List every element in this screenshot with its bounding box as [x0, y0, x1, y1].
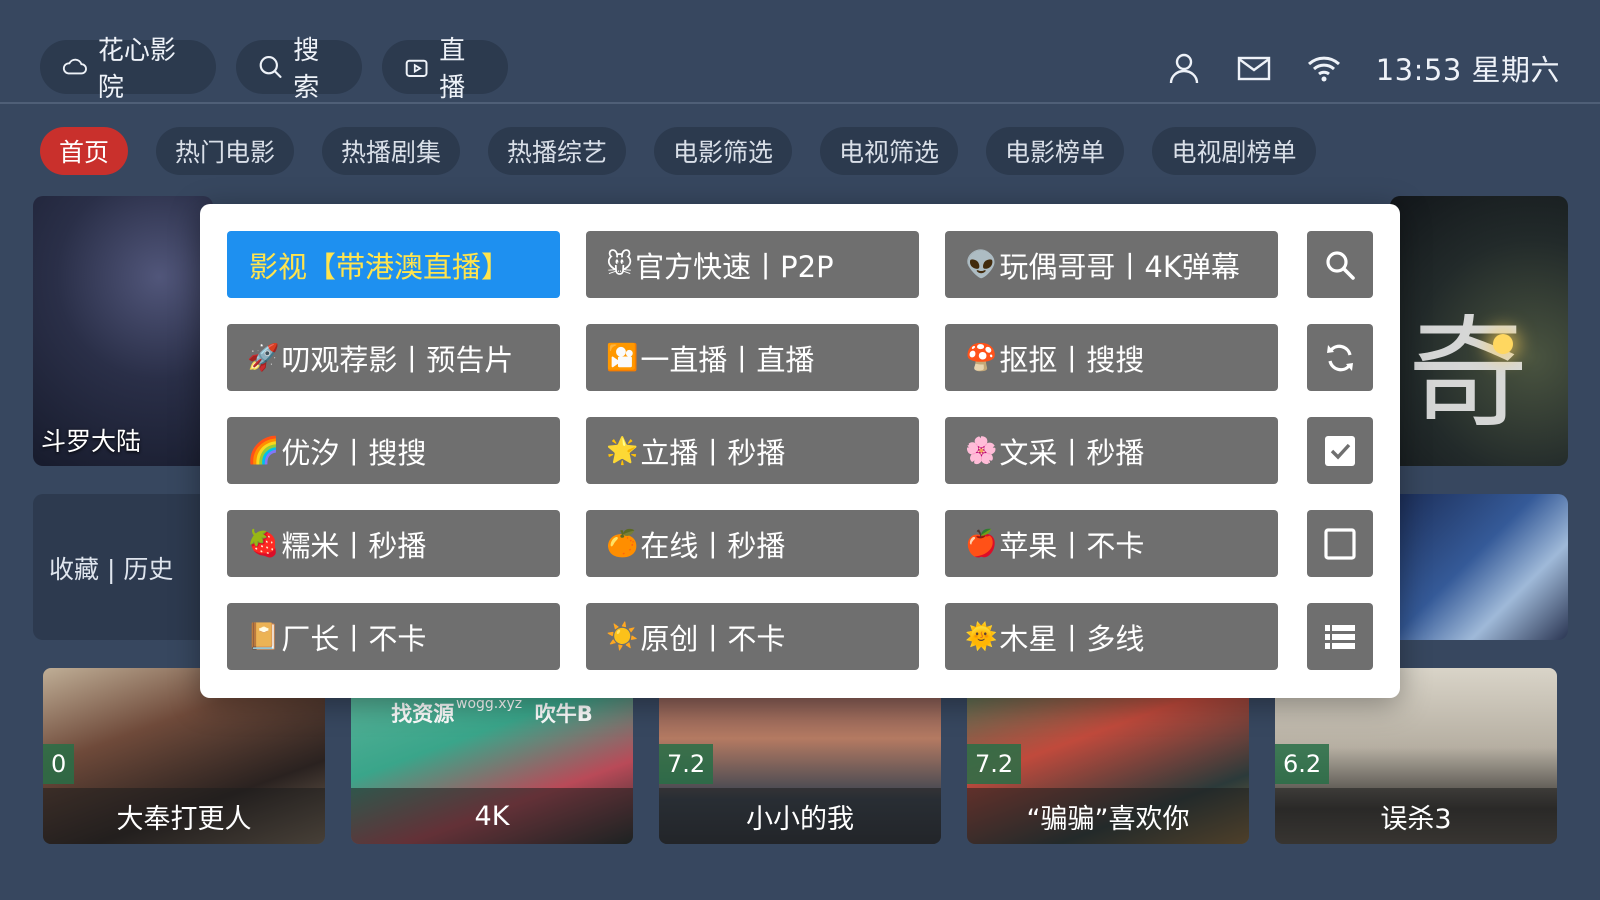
source-label: 抠抠丨搜搜 — [999, 342, 1145, 377]
tab-hot-variety[interactable]: 热播综艺 — [488, 127, 626, 175]
source-label: 原创丨不卡 — [640, 621, 786, 656]
source-option[interactable]: 🌟 立播丨秒播 — [586, 417, 919, 484]
source-label: 立播丨秒播 — [640, 435, 786, 470]
favorites-history-button[interactable]: 收藏 | 历史 — [33, 494, 213, 640]
live-label: 直播 — [439, 36, 466, 103]
status-area: 13:53 星期六 — [1166, 44, 1560, 92]
clock: 13:53 星期六 — [1375, 53, 1560, 87]
score-badge: 0 — [43, 744, 75, 784]
search-icon — [259, 56, 282, 78]
tab-movie-ranking[interactable]: 电影榜单 — [986, 127, 1124, 175]
source-label: 糯米丨秒播 — [281, 528, 427, 563]
checkbox-empty-icon — [1324, 527, 1356, 560]
source-option[interactable]: 👽 玩偶哥哥丨4K弹幕 — [945, 231, 1278, 298]
tab-hot-series[interactable]: 热播剧集 — [322, 127, 460, 175]
mail-icon[interactable] — [1236, 50, 1272, 86]
camera-icon: 🎦 — [606, 342, 639, 373]
source-option[interactable]: 🍊 在线丨秒播 — [586, 510, 919, 577]
search-button[interactable]: 搜索 — [236, 36, 362, 103]
checkbox-checked-icon — [1325, 435, 1355, 466]
source-label: 文采丨秒播 — [999, 435, 1145, 470]
source-option[interactable]: 🎦 一直播丨直播 — [586, 324, 919, 391]
star-icon: 🌟 — [606, 435, 639, 466]
mouse-icon: 🐭 — [606, 249, 634, 280]
source-picker-dialog: 影视【带港澳直播】 🐭 官方快速丨P2P 👽 玩偶哥哥丨4K弹幕 🚀 叨观荐影丨… — [200, 204, 1400, 698]
user-icon[interactable] — [1166, 50, 1202, 86]
app-root: 花心影院 搜索 直播 13:53 星期六 首页 热门电影 热播剧集 热播综艺 电… — [0, 0, 1600, 900]
source-label: 厂长丨不卡 — [281, 621, 427, 656]
source-option[interactable]: 🌈 优汐丨搜搜 — [227, 417, 560, 484]
glow-dot — [1493, 334, 1513, 354]
rainbow-icon: 🌈 — [247, 435, 280, 466]
source-option[interactable]: 🌸 文采丨秒播 — [945, 417, 1278, 484]
wifi-icon — [1307, 56, 1340, 82]
strawberry-icon: 🍓 — [247, 528, 280, 559]
mushroom-icon: 🍄 — [965, 342, 998, 373]
tab-tv-ranking[interactable]: 电视剧榜单 — [1152, 127, 1316, 175]
live-button[interactable]: 直播 — [382, 36, 508, 103]
banner-right[interactable]: 奇 — [1390, 196, 1568, 466]
promo-art[interactable] — [1390, 494, 1568, 640]
source-option[interactable]: 🍓 糯米丨秒播 — [227, 510, 560, 577]
favorites-history-label: 收藏 | 历史 — [49, 555, 174, 584]
rocket-icon: 🚀 — [247, 342, 280, 373]
banner-title: 斗罗大陆 — [41, 427, 142, 456]
refresh-icon — [1327, 344, 1353, 371]
sun-face-icon: 🌞 — [965, 621, 998, 652]
source-option[interactable]: 🌞 木星丨多线 — [945, 603, 1278, 670]
cloud-icon — [62, 58, 87, 75]
blossom-icon: 🌸 — [965, 435, 998, 466]
source-label: 木星丨多线 — [999, 621, 1145, 656]
tab-tv-filter[interactable]: 电视筛选 — [820, 127, 958, 175]
score-badge: 7.2 — [967, 744, 1022, 784]
source-label: 叨观荐影丨预告片 — [281, 342, 514, 377]
tab-home[interactable]: 首页 — [40, 127, 128, 175]
app-home-label: 花心影院 — [97, 36, 176, 103]
deselect-button[interactable] — [1307, 510, 1373, 577]
search-icon — [1326, 250, 1355, 280]
poster-title: 4K — [351, 788, 633, 844]
top-bar: 花心影院 搜索 直播 13:53 星期六 — [0, 0, 1600, 104]
poster-title: 大奉打更人 — [43, 788, 325, 844]
banner-calligraphy: 奇 — [1408, 305, 1528, 444]
tab-movie-filter[interactable]: 电影筛选 — [654, 127, 792, 175]
source-label: 影视【带港澳直播】 — [249, 249, 511, 284]
apple-icon: 🍎 — [965, 528, 998, 559]
poster-title: 小小的我 — [659, 788, 941, 844]
refresh-button[interactable] — [1307, 324, 1373, 391]
source-label: 优汐丨搜搜 — [281, 435, 427, 470]
source-label: 苹果丨不卡 — [999, 528, 1145, 563]
poster-title: “骗骗”喜欢你 — [967, 788, 1249, 844]
poster-tag-left: 找资源 — [391, 702, 455, 726]
tv-icon — [405, 59, 428, 77]
select-all-button[interactable] — [1307, 417, 1373, 484]
source-search-button[interactable] — [1307, 231, 1373, 298]
poster-tag-right: 吹牛B — [534, 702, 593, 726]
source-label: 一直播丨直播 — [640, 342, 815, 377]
source-option[interactable]: 🍎 苹果丨不卡 — [945, 510, 1278, 577]
sun-icon: ☀️ — [606, 621, 639, 652]
list-icon — [1325, 624, 1355, 649]
tab-hot-movies[interactable]: 热门电影 — [156, 127, 294, 175]
source-option[interactable]: 🍄 抠抠丨搜搜 — [945, 324, 1278, 391]
banner-left[interactable]: 斗罗大陆 — [33, 196, 213, 466]
source-label: 玩偶哥哥丨4K弹幕 — [999, 249, 1240, 284]
score-badge: 6.2 — [1275, 744, 1330, 784]
source-label: 官方快速丨P2P — [635, 249, 834, 284]
source-option[interactable]: 🐭 官方快速丨P2P — [586, 231, 919, 298]
search-label: 搜索 — [293, 36, 320, 103]
source-option[interactable]: ☀️ 原创丨不卡 — [586, 603, 919, 670]
source-option[interactable]: 影视【带港澳直播】 — [227, 231, 560, 298]
source-label: 在线丨秒播 — [640, 528, 786, 563]
list-view-button[interactable] — [1307, 603, 1373, 670]
notebook-icon: 📔 — [247, 621, 280, 652]
orange-icon: 🍊 — [606, 528, 639, 559]
poster-title: 误杀3 — [1275, 788, 1557, 844]
score-badge: 7.2 — [659, 744, 714, 784]
alien-icon: 👽 — [965, 249, 998, 280]
app-home-button[interactable]: 花心影院 — [40, 36, 216, 103]
source-option[interactable]: 🚀 叨观荐影丨预告片 — [227, 324, 560, 391]
source-option[interactable]: 📔 厂长丨不卡 — [227, 603, 560, 670]
poster-site: wogg.xyz — [456, 696, 523, 712]
